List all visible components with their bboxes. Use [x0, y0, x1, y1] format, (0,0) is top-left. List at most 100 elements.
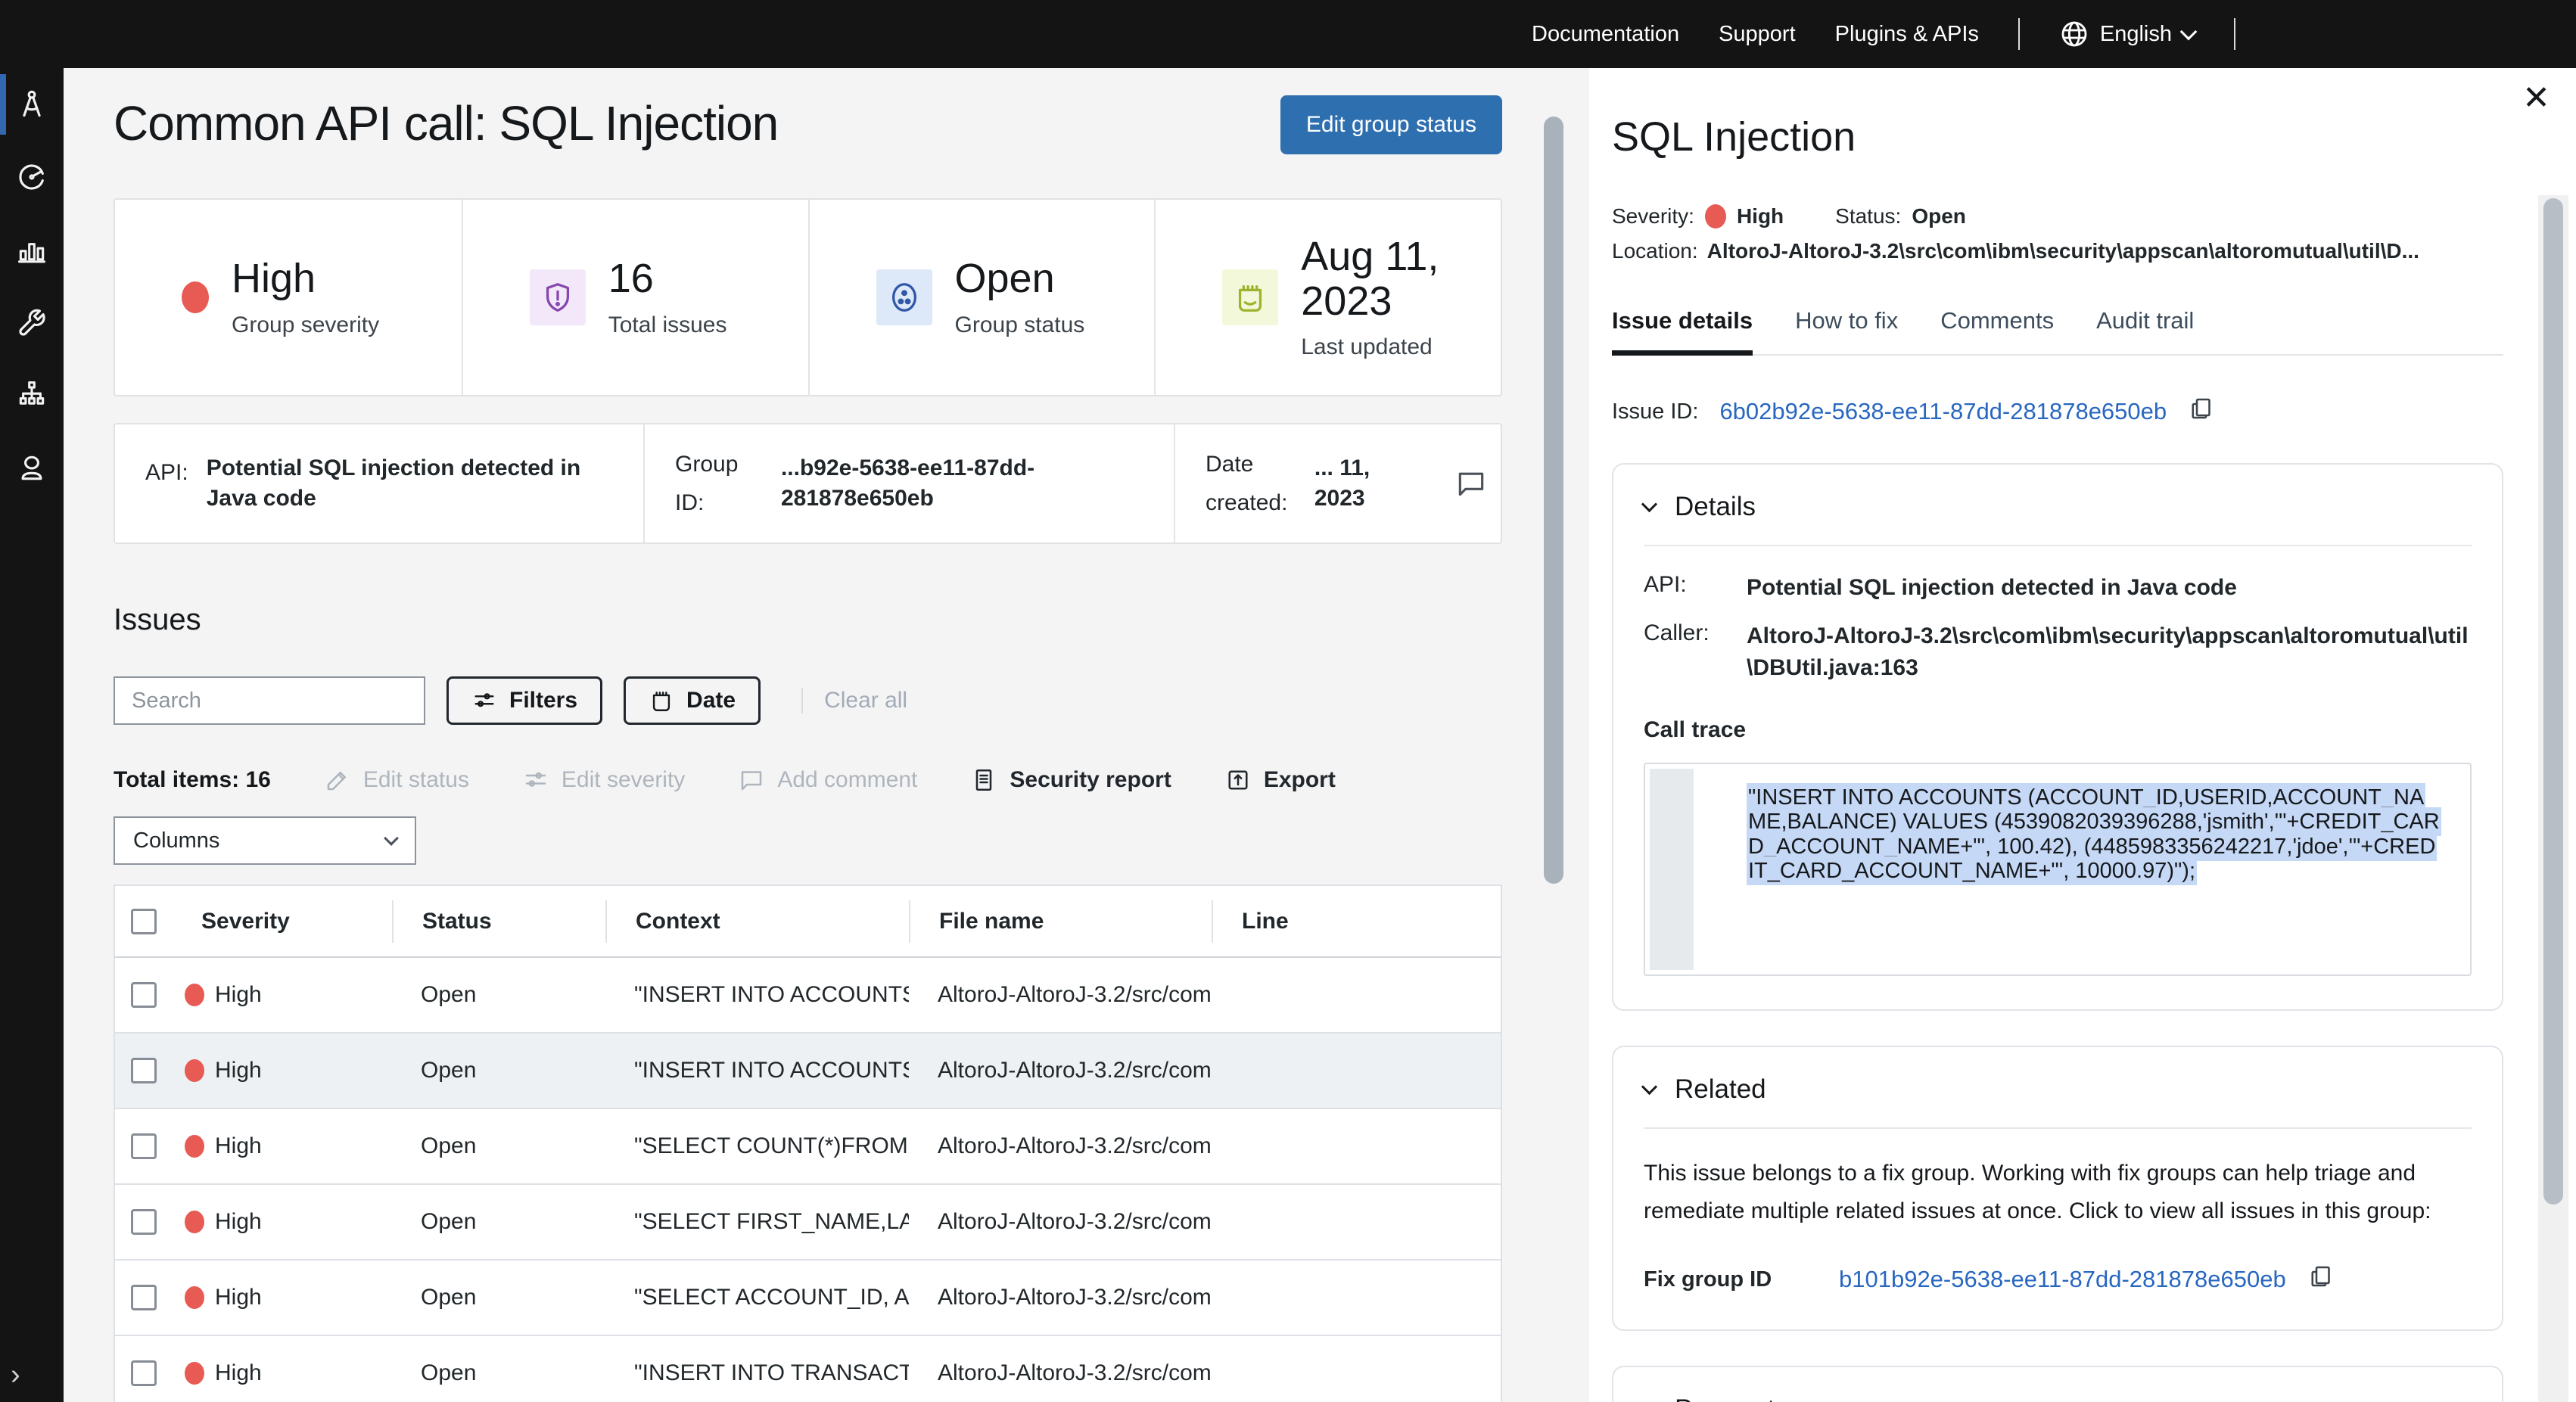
- export-button[interactable]: Export: [1224, 766, 1336, 794]
- group-severity-label: Group severity: [232, 312, 379, 338]
- collapse-chevron-icon[interactable]: [1641, 1078, 1657, 1094]
- issue-title: SQL Injection: [1612, 113, 2503, 160]
- column-header-severity[interactable]: Severity: [173, 900, 392, 943]
- sidebar-item-organization[interactable]: [0, 359, 64, 431]
- sidebar-item-account[interactable]: [0, 431, 64, 504]
- row-checkbox[interactable]: [131, 1360, 157, 1386]
- column-header-file-name[interactable]: File name: [909, 900, 1212, 943]
- date-created-cell: Date created: ... 11, 2023: [1174, 424, 1441, 542]
- topbar-link-documentation[interactable]: Documentation: [1532, 22, 1679, 47]
- sidebar-item-scans[interactable]: [0, 68, 64, 141]
- copy-icon[interactable]: [2188, 395, 2215, 428]
- group-comment-button[interactable]: [1441, 424, 1501, 542]
- total-items-count: Total items: 16: [114, 767, 271, 793]
- issues-heading: Issues: [114, 603, 1502, 637]
- add-comment-button[interactable]: Add comment: [738, 766, 917, 794]
- column-header-context[interactable]: Context: [605, 900, 909, 943]
- comment-bubble-icon: [738, 766, 765, 794]
- left-sidebar: ›: [0, 68, 64, 1402]
- group-status-label: Group status: [955, 312, 1085, 338]
- parameters-section: Parameters API AltoroJ-AltoroJ-3.2\src\c…: [1612, 1366, 2503, 1402]
- collapse-chevron-icon[interactable]: [1641, 496, 1657, 511]
- severity-value: High: [1737, 204, 1784, 228]
- edit-group-status-button[interactable]: Edit group status: [1280, 95, 1502, 154]
- column-header-line[interactable]: Line: [1212, 900, 1501, 943]
- table-row[interactable]: High Open "INSERT INTO TRANSACTION Altor…: [115, 1336, 1501, 1402]
- main-scrollbar-thumb[interactable]: [1544, 117, 1563, 884]
- detail-api-value: Potential SQL injection detected in Java…: [1747, 572, 2237, 604]
- close-icon[interactable]: ✕: [2522, 82, 2550, 115]
- sidebar-item-tools[interactable]: [0, 286, 64, 359]
- row-checkbox[interactable]: [131, 1133, 157, 1159]
- fix-group-id-link[interactable]: b101b92e-5638-ee11-87dd-281878e650eb: [1839, 1266, 2286, 1293]
- sidebar-item-reports[interactable]: [0, 213, 64, 286]
- shield-warning-icon: [530, 269, 586, 325]
- date-filter-button[interactable]: Date: [624, 676, 761, 725]
- topbar-divider: [2018, 18, 2020, 50]
- chevron-down-icon: [2180, 23, 2198, 41]
- card-last-updated: Aug 11, 2023 Last updated: [1154, 200, 1501, 395]
- group-id-value: ...b92e-5638-ee11-87dd-281878e650eb: [781, 453, 1143, 514]
- language-selector[interactable]: English: [2059, 19, 2195, 49]
- table-row-selected[interactable]: High Open "INSERT INTO ACCOUNTS (AC Alto…: [115, 1034, 1501, 1109]
- row-checkbox[interactable]: [131, 1058, 157, 1083]
- issue-id-link[interactable]: 6b02b92e-5638-ee11-87dd-281878e650eb: [1719, 398, 2167, 425]
- details-heading: Details: [1675, 492, 1756, 522]
- topbar-divider: [2234, 18, 2235, 50]
- table-row[interactable]: High Open "SELECT COUNT(*)FROM PEO Altor…: [115, 1109, 1501, 1185]
- table-row[interactable]: High Open "SELECT ACCOUNT_ID, ACCO Altor…: [115, 1261, 1501, 1336]
- edit-severity-button[interactable]: Edit severity: [522, 766, 685, 794]
- topbar-link-plugins-apis[interactable]: Plugins & APIs: [1835, 22, 1979, 47]
- filter-sliders-icon: [471, 688, 497, 713]
- row-checkbox[interactable]: [131, 1285, 157, 1310]
- column-header-status[interactable]: Status: [392, 900, 605, 943]
- collapse-chevron-icon[interactable]: [1641, 1398, 1657, 1402]
- edit-status-button[interactable]: Edit status: [324, 766, 469, 794]
- user-icon: [15, 451, 48, 484]
- tab-audit-trail[interactable]: Audit trail: [2096, 307, 2194, 354]
- sidebar-item-dashboard[interactable]: [0, 141, 64, 213]
- topbar-link-support[interactable]: Support: [1719, 22, 1796, 47]
- detail-api-label: API:: [1644, 572, 1727, 604]
- severity-dot-icon: [182, 281, 209, 313]
- clear-all-link[interactable]: Clear all: [801, 688, 907, 713]
- sidebar-expand-chevron-icon[interactable]: ›: [11, 1359, 20, 1391]
- related-section: Related This issue belongs to a fix grou…: [1612, 1046, 2503, 1331]
- globe-icon: [2059, 19, 2089, 49]
- top-bar: Documentation Support Plugins & APIs Eng…: [0, 0, 2576, 68]
- search-input-wrapper: [114, 676, 425, 725]
- details-section: Details API: Potential SQL injection det…: [1612, 463, 2503, 1011]
- severity-dot-icon: [185, 1059, 204, 1082]
- tab-how-to-fix[interactable]: How to fix: [1795, 307, 1898, 354]
- call-trace-code-block[interactable]: "INSERT INTO ACCOUNTS (ACCOUNT_ID,USERID…: [1644, 763, 2472, 976]
- columns-dropdown[interactable]: Columns: [114, 816, 416, 865]
- table-row[interactable]: High Open "SELECT FIRST_NAME,LAST_ Altor…: [115, 1185, 1501, 1261]
- panel-scrollbar-thumb[interactable]: [2543, 198, 2563, 1205]
- detail-caller-label: Caller:: [1644, 620, 1727, 684]
- api-summary-row: API: Potential SQL injection detected in…: [114, 423, 1502, 544]
- group-status-value: Open: [955, 256, 1085, 301]
- total-issues-label: Total issues: [608, 312, 727, 338]
- search-input[interactable]: [132, 689, 417, 713]
- severity-dot-icon: [1705, 204, 1726, 228]
- calendar-icon: [1222, 269, 1278, 325]
- severity-dot-icon: [185, 1286, 204, 1309]
- page-title: Common API call: SQL Injection: [114, 95, 778, 151]
- panel-tabs: Issue details How to fix Comments Audit …: [1612, 307, 2503, 356]
- select-all-checkbox[interactable]: [131, 909, 157, 934]
- row-checkbox[interactable]: [131, 982, 157, 1008]
- location-value: AltoroJ-AltoroJ-3.2\src\com\ibm\security…: [1707, 239, 2419, 263]
- table-row[interactable]: High Open "INSERT INTO ACCOUNTS (US Alto…: [115, 958, 1501, 1034]
- tab-comments[interactable]: Comments: [1940, 307, 2054, 354]
- api-label: API:: [145, 453, 188, 492]
- related-description: This issue belongs to a fix group. Worki…: [1644, 1155, 2472, 1229]
- row-checkbox[interactable]: [131, 1209, 157, 1235]
- tab-issue-details[interactable]: Issue details: [1612, 307, 1753, 354]
- filters-button[interactable]: Filters: [446, 676, 602, 725]
- export-icon: [1224, 766, 1252, 794]
- copy-icon[interactable]: [2307, 1263, 2335, 1296]
- main-content: Common API call: SQL Injection Edit grou…: [64, 68, 1589, 1402]
- location-label: Location:: [1612, 239, 1698, 263]
- security-report-button[interactable]: Security report: [970, 766, 1171, 794]
- columns-dropdown-label: Columns: [133, 828, 219, 853]
